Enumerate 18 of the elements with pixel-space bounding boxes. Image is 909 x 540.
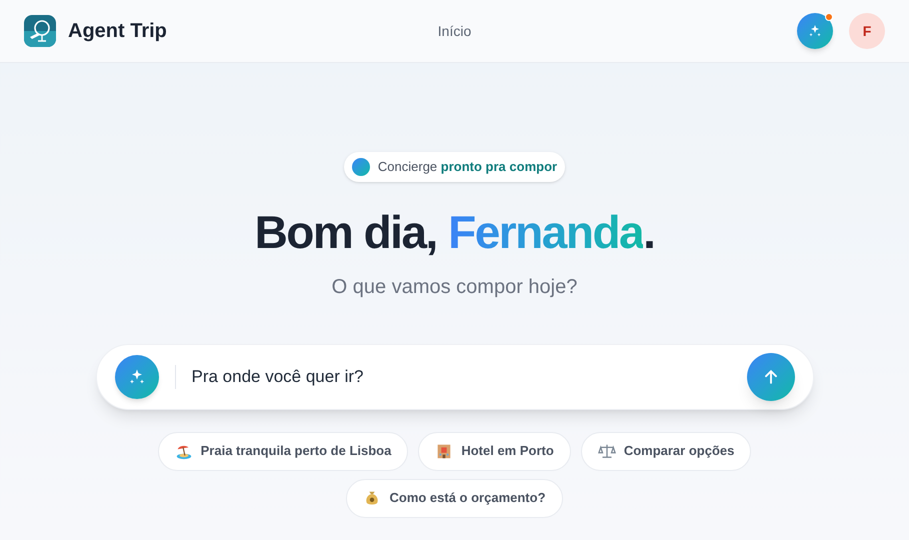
assistant-button[interactable] — [797, 13, 833, 49]
nav-link[interactable]: Início — [438, 21, 472, 41]
suggestion-chip[interactable]: Praia tranquila perto de Lisboa — [158, 432, 408, 470]
suggestion-chip[interactable]: Comparar opções — [580, 432, 752, 470]
logo-icon — [24, 15, 56, 47]
user-avatar[interactable]: F — [849, 13, 885, 49]
status-text: Concierge pronto pra compor — [378, 158, 558, 176]
balance-scale-icon — [598, 442, 616, 460]
send-button[interactable] — [746, 352, 794, 400]
suggestion-chip[interactable]: Como está o orçamento? — [346, 478, 563, 518]
assistant-button[interactable] — [114, 354, 158, 398]
prompt-input[interactable]: Pra onde você quer ir? — [192, 364, 730, 390]
suggestion-chip[interactable]: Hotel em Porto — [418, 432, 571, 470]
brand-name: Agent Trip — [68, 19, 167, 44]
subtitle: O que vamos compor hoje? — [332, 274, 578, 300]
prompt-field[interactable]: Pra onde você quer ir? — [96, 344, 814, 410]
greeting-heading: Bom dia, Fernanda. — [254, 205, 654, 260]
hotel-icon — [435, 442, 454, 460]
